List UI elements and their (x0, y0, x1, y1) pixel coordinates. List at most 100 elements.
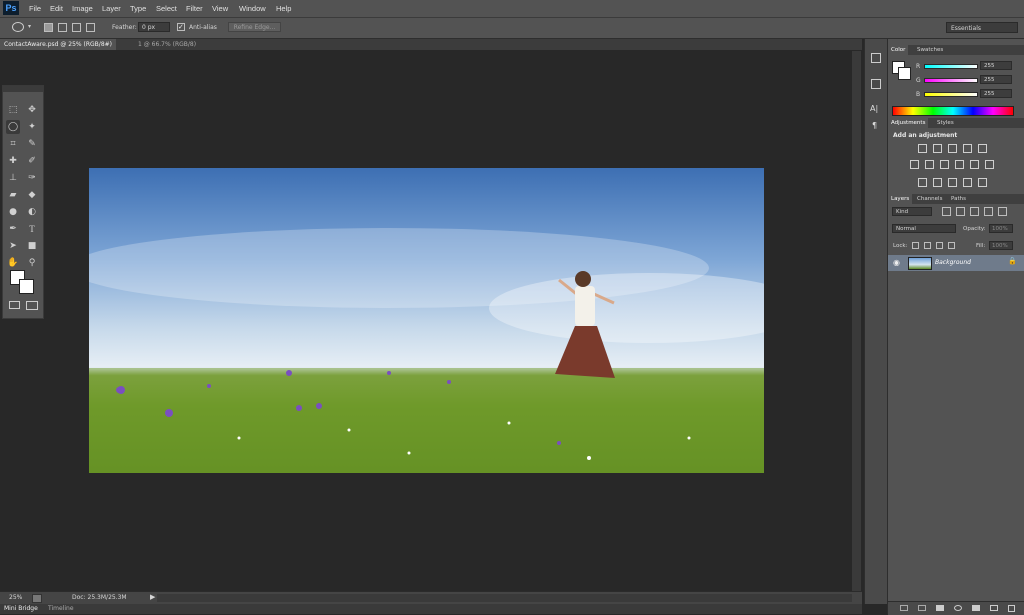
menu-edit[interactable]: Edit (50, 0, 63, 17)
filter-adjustment-icon[interactable] (956, 207, 965, 216)
posterize-icon[interactable] (933, 178, 942, 187)
screen-mode-icon[interactable] (26, 301, 38, 310)
antialias-checkbox[interactable]: ✓ (177, 23, 185, 31)
eye-icon[interactable]: ◉ (893, 258, 900, 267)
color-lookup-icon[interactable] (985, 160, 994, 169)
zoom-level[interactable]: 25% (9, 594, 22, 601)
opacity-input[interactable]: 100% (989, 224, 1013, 233)
menu-window[interactable]: Window (239, 0, 266, 17)
blur-tool-icon[interactable]: ● (6, 205, 20, 219)
tab-timeline[interactable]: Timeline (48, 605, 74, 612)
lasso-tool-preset-icon[interactable] (12, 22, 24, 32)
paint-bucket-tool-icon[interactable]: ◆ (25, 188, 39, 202)
marquee-tool-icon[interactable]: ⬚ (6, 103, 20, 117)
hue-saturation-icon[interactable] (910, 160, 919, 169)
subtract-from-selection-icon[interactable] (72, 23, 81, 32)
type-tool-icon[interactable]: T (25, 222, 39, 236)
tab-contactaware[interactable]: ContactAware.psd @ 25% (RGB/8#) (0, 39, 117, 50)
color-spectrum-ramp[interactable] (892, 106, 1014, 116)
path-selection-tool-icon[interactable]: ➤ (6, 239, 20, 253)
refine-edge-button[interactable]: Refine Edge... (228, 22, 281, 32)
tab-color[interactable]: Color (888, 45, 909, 55)
invert-icon[interactable] (918, 178, 927, 187)
new-adjustment-layer-icon[interactable] (954, 605, 962, 611)
tab-styles[interactable]: Styles (934, 118, 957, 128)
filter-shape-icon[interactable] (984, 207, 993, 216)
filter-smart-object-icon[interactable] (998, 207, 1007, 216)
move-tool-icon[interactable]: ✥ (25, 103, 39, 117)
new-layer-icon[interactable] (990, 605, 998, 611)
zoom-tool-icon[interactable]: ⚲ (25, 256, 39, 270)
new-group-icon[interactable] (972, 605, 980, 611)
color-balance-icon[interactable] (925, 160, 934, 169)
horizontal-scrollbar[interactable] (157, 594, 852, 602)
color-background-swatch[interactable] (898, 67, 911, 80)
menu-filter[interactable]: Filter (186, 0, 203, 17)
vertical-scrollbar[interactable] (852, 51, 861, 591)
intersect-selection-icon[interactable] (86, 23, 95, 32)
tab-swatches[interactable]: Swatches (914, 45, 946, 55)
pen-tool-icon[interactable]: ✒ (6, 222, 20, 236)
gradient-map-icon[interactable] (978, 178, 987, 187)
filter-type-icon[interactable] (970, 207, 979, 216)
add-to-selection-icon[interactable] (58, 23, 67, 32)
menu-layer[interactable]: Layer (102, 0, 121, 17)
curves-icon[interactable] (948, 144, 957, 153)
eraser-tool-icon[interactable]: ▰ (6, 188, 20, 202)
feather-input[interactable]: 0 px (138, 22, 170, 32)
link-layers-icon[interactable] (900, 605, 908, 611)
toolbox-grip[interactable] (3, 86, 43, 92)
workspace-select[interactable]: Essentials (946, 22, 1018, 33)
lock-pixels-icon[interactable] (924, 242, 931, 249)
exposure-icon[interactable] (963, 144, 972, 153)
blend-mode-select[interactable]: Normal (892, 224, 956, 233)
background-color-swatch[interactable] (19, 279, 34, 294)
menu-help[interactable]: Help (276, 0, 291, 17)
delete-layer-icon[interactable] (1008, 605, 1015, 612)
black-white-icon[interactable] (940, 160, 949, 169)
history-panel-icon[interactable] (871, 53, 881, 63)
menu-type[interactable]: Type (130, 0, 146, 17)
tab-document-1[interactable]: 1 @ 66.7% (RGB/8) (134, 39, 200, 50)
menu-image[interactable]: Image (72, 0, 93, 17)
magic-wand-tool-icon[interactable]: ✦ (25, 120, 39, 134)
brightness-contrast-icon[interactable] (918, 144, 927, 153)
status-menu-icon[interactable] (32, 594, 42, 603)
tab-channels[interactable]: Channels (914, 194, 945, 204)
chevron-down-icon[interactable]: ▾ (28, 23, 31, 30)
fill-input[interactable]: 100% (989, 241, 1013, 250)
green-slider[interactable] (924, 78, 978, 83)
layer-style-icon[interactable] (918, 605, 926, 611)
channel-mixer-icon[interactable] (970, 160, 979, 169)
filter-pixel-icon[interactable] (942, 207, 951, 216)
brush-tool-icon[interactable]: ✐ (25, 154, 39, 168)
blue-value[interactable]: 255 (980, 89, 1012, 98)
tab-adjustments[interactable]: Adjustments (888, 118, 929, 128)
vibrance-icon[interactable] (978, 144, 987, 153)
eyedropper-tool-icon[interactable]: ✎ (25, 137, 39, 151)
lock-transparent-icon[interactable] (912, 242, 919, 249)
dodge-tool-icon[interactable]: ◐ (25, 205, 39, 219)
tab-layers[interactable]: Layers (888, 194, 913, 204)
photo-filter-icon[interactable] (955, 160, 964, 169)
blue-slider[interactable] (924, 92, 978, 97)
new-selection-icon[interactable] (44, 23, 53, 32)
history-brush-tool-icon[interactable]: ✑ (25, 171, 39, 185)
rectangle-tool-icon[interactable]: ■ (25, 239, 39, 253)
lock-position-icon[interactable] (936, 242, 943, 249)
quick-mask-icon[interactable] (9, 301, 20, 309)
lock-all-icon[interactable] (948, 242, 955, 249)
properties-panel-icon[interactable] (871, 79, 881, 89)
clone-stamp-tool-icon[interactable]: ⊥ (6, 171, 20, 185)
document-canvas-image[interactable] (89, 168, 764, 473)
red-value[interactable]: 255 (980, 61, 1012, 70)
character-panel-icon[interactable]: A| (870, 104, 878, 113)
tab-paths[interactable]: Paths (948, 194, 969, 204)
layer-name[interactable]: Background (935, 259, 971, 266)
healing-brush-tool-icon[interactable]: ✚ (6, 154, 20, 168)
layer-filter-select[interactable]: Kind (892, 207, 932, 216)
menu-file[interactable]: File (29, 0, 41, 17)
selective-color-icon[interactable] (963, 178, 972, 187)
hand-tool-icon[interactable]: ✋ (6, 256, 20, 270)
add-mask-icon[interactable] (936, 605, 944, 611)
